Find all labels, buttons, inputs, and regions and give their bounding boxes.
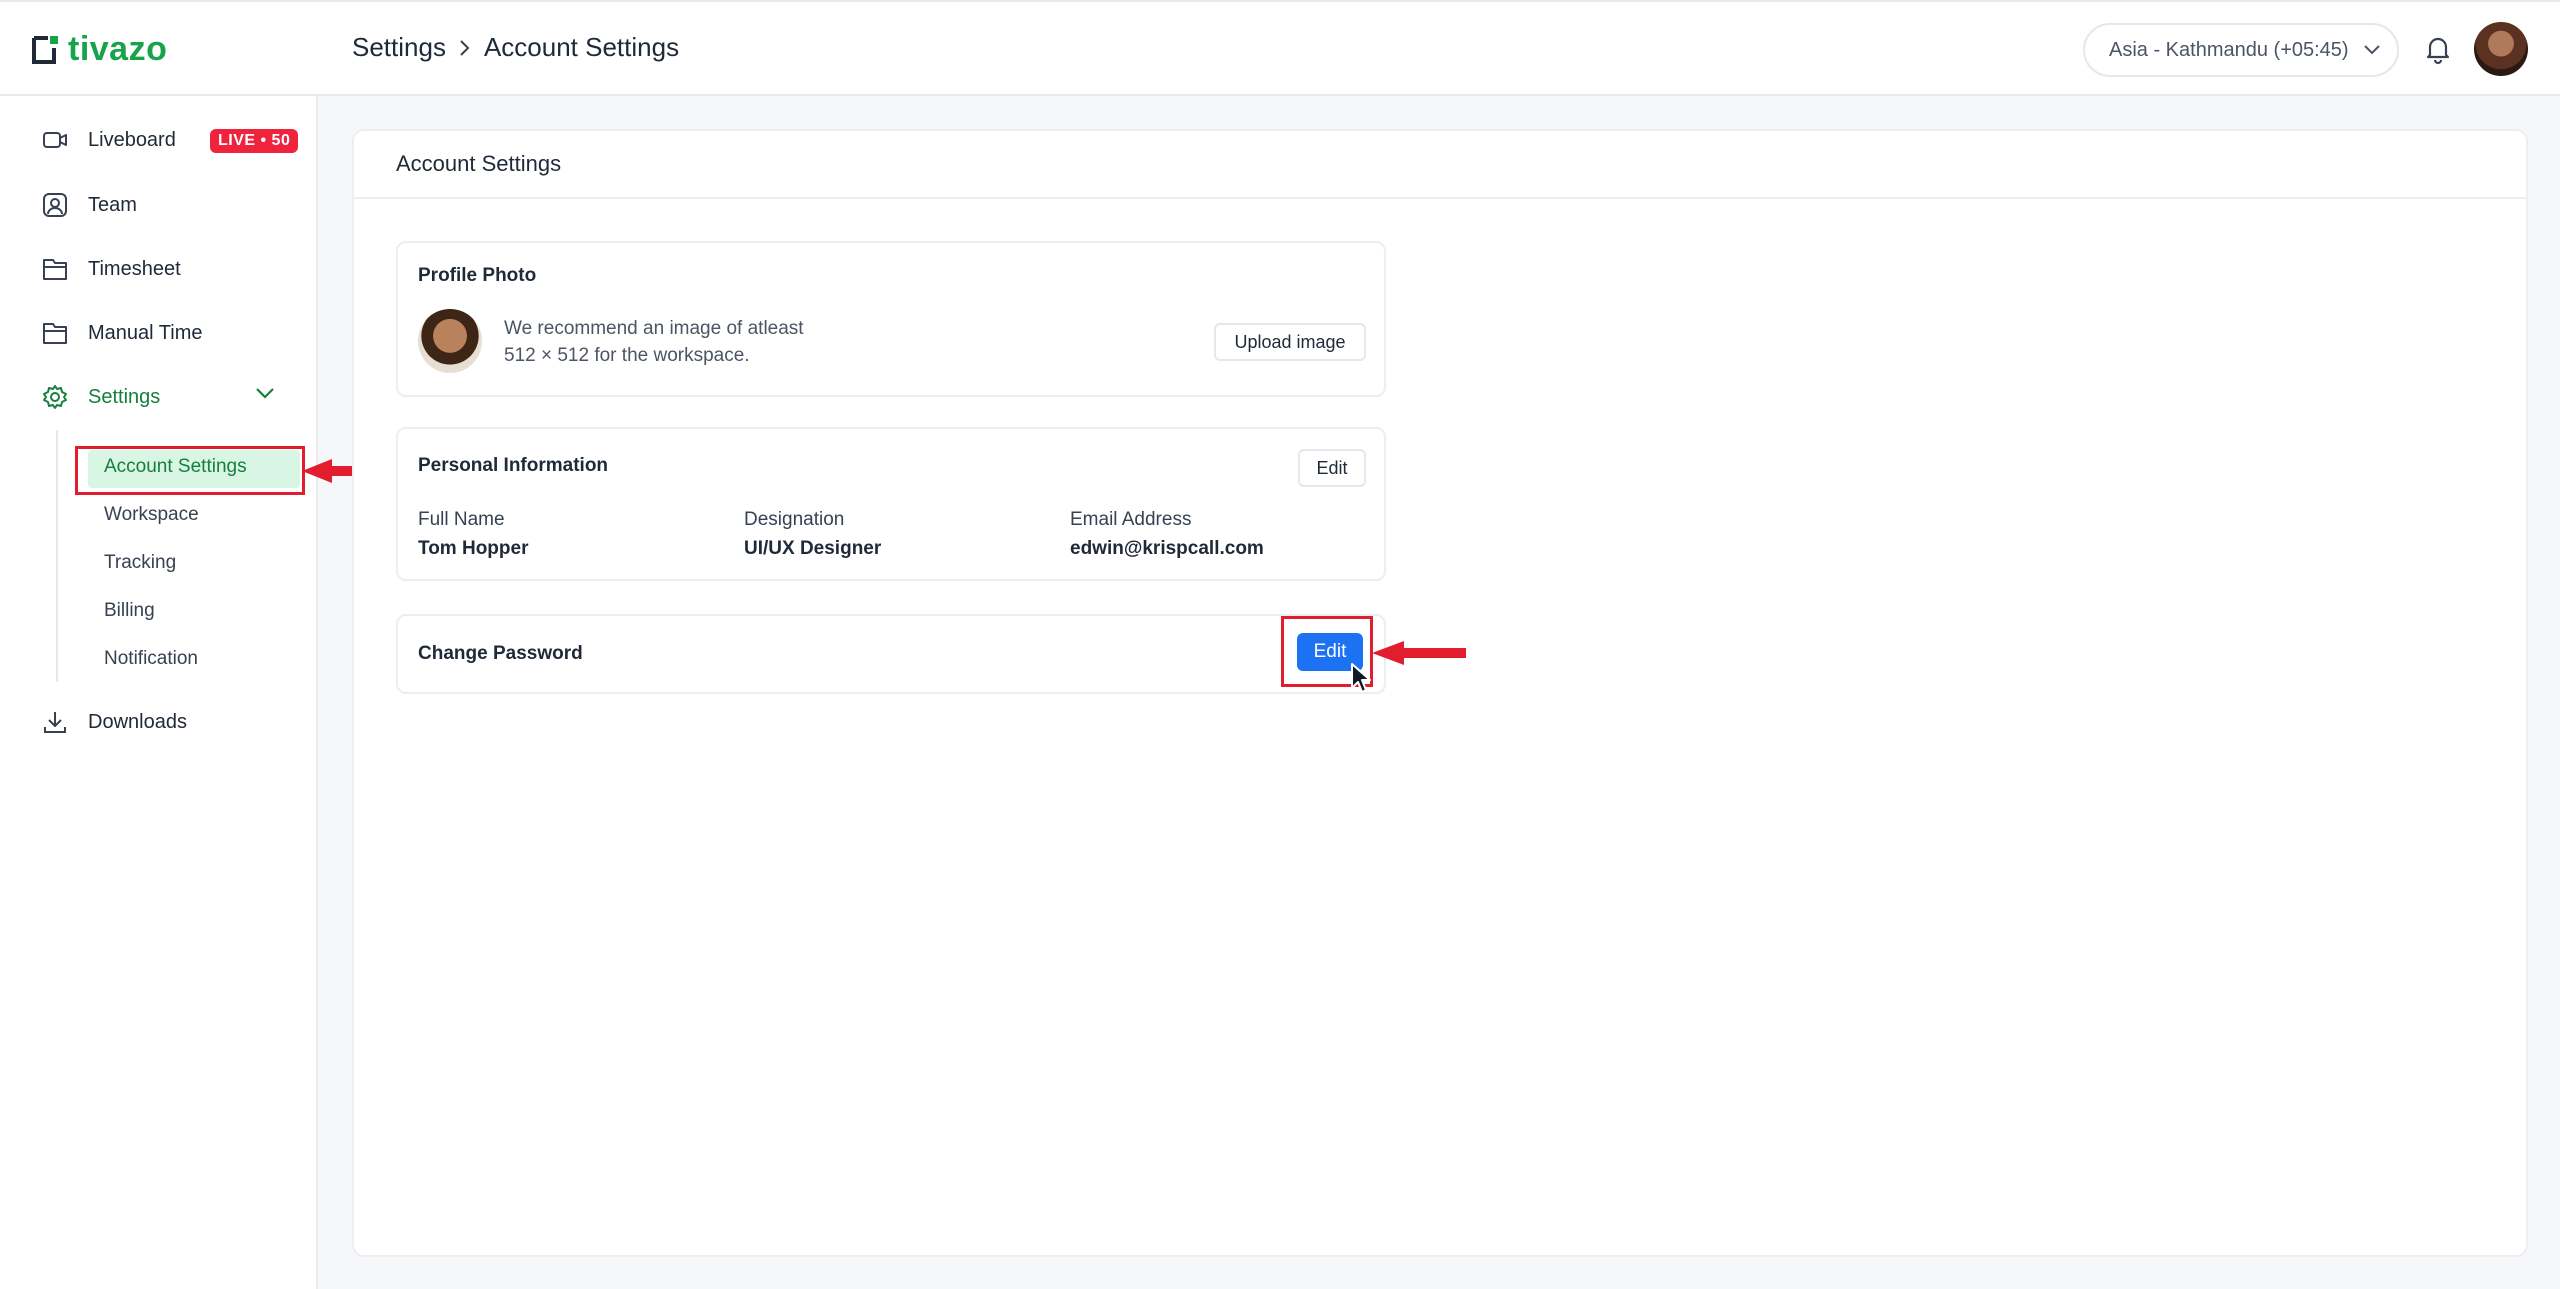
chevron-down-icon xyxy=(2363,45,2380,55)
personal-info-panel: Personal Information Edit Full Name Tom … xyxy=(396,427,1386,581)
breadcrumb-item-settings[interactable]: Settings xyxy=(352,32,446,63)
profile-photo-title: Profile Photo xyxy=(418,265,537,286)
manual-time-icon xyxy=(40,318,70,348)
live-badge: LIVE • 50 xyxy=(210,129,299,153)
personal-info-title: Personal Information xyxy=(418,455,609,476)
sidebar-item-label: Manual Time xyxy=(88,321,203,344)
breadcrumb: Settings Account Settings xyxy=(352,32,679,63)
logo[interactable]: tivazo xyxy=(30,30,167,69)
sidebar-item-label: Timesheet xyxy=(88,257,181,280)
chevron-right-icon xyxy=(458,38,472,58)
timezone-select[interactable]: Asia - Kathmandu (+05:45) xyxy=(2083,23,2399,77)
sidebar-item-liveboard[interactable]: Liveboard xyxy=(40,125,176,155)
annotation-arrow-icon xyxy=(1372,641,1466,665)
logo-text: tivazo xyxy=(68,30,168,68)
sidebar-item-downloads[interactable]: Downloads xyxy=(40,707,187,737)
timezone-label: Asia - Kathmandu (+05:45) xyxy=(2109,38,2349,61)
sidebar-item-timesheet[interactable]: Timesheet xyxy=(40,254,181,284)
subnav-line xyxy=(56,430,58,682)
field-value-designation: UI/UX Designer xyxy=(744,538,882,559)
field-label-full-name: Full Name xyxy=(418,509,505,530)
user-circle-icon xyxy=(40,190,70,220)
page-title: Account Settings xyxy=(396,151,562,176)
field-value-email: edwin@krispcall.com xyxy=(1070,538,1264,559)
profile-photo-panel: Profile Photo We recommend an image of a… xyxy=(396,241,1386,397)
upload-image-button[interactable]: Upload image xyxy=(1214,323,1366,361)
change-password-panel: Change Password xyxy=(396,614,1386,694)
mouse-cursor-icon xyxy=(1351,663,1371,693)
change-password-title: Change Password xyxy=(418,643,583,664)
personal-info-edit-button[interactable]: Edit xyxy=(1298,449,1366,487)
account-settings-card: Account Settings Profile Photo We recomm… xyxy=(352,129,2528,1257)
logo-icon xyxy=(32,35,58,64)
field-label-designation: Designation xyxy=(744,509,845,530)
breadcrumb-item-current: Account Settings xyxy=(483,32,680,62)
sidebar-item-team[interactable]: Team xyxy=(40,190,137,220)
recommendation-line: 512 × 512 for the workspace. xyxy=(504,345,750,366)
sidebar-item-label: Downloads xyxy=(88,710,187,733)
profile-avatar xyxy=(418,309,482,373)
subnav-item-workspace[interactable]: Workspace xyxy=(104,504,199,526)
profile-recommendation: We recommend an image of atleast 512 × 5… xyxy=(504,315,804,369)
gear-icon xyxy=(40,382,70,412)
sidebar-item-label: Settings xyxy=(88,385,161,408)
top-header: tivazo Settings Account Settings Asia - … xyxy=(0,0,2560,96)
sidebar-item-manual-time[interactable]: Manual Time xyxy=(40,318,203,348)
subnav-item-tracking[interactable]: Tracking xyxy=(104,552,176,574)
user-avatar[interactable] xyxy=(2474,22,2528,76)
chevron-down-icon[interactable] xyxy=(254,386,276,400)
bell-icon[interactable] xyxy=(2422,33,2454,65)
timesheet-icon xyxy=(40,254,70,284)
field-value-full-name: Tom Hopper xyxy=(418,538,529,559)
annotation-highlight-box xyxy=(75,446,305,495)
sidebar-item-settings[interactable]: Settings xyxy=(40,382,160,412)
field-label-email: Email Address xyxy=(1070,509,1192,530)
recommendation-line: We recommend an image of atleast xyxy=(504,318,804,339)
download-icon xyxy=(40,707,70,737)
video-icon xyxy=(40,125,70,155)
divider xyxy=(354,197,2526,199)
sidebar-item-label: Team xyxy=(88,193,137,216)
sidebar-item-label: Liveboard xyxy=(88,128,176,151)
subnav-item-notification[interactable]: Notification xyxy=(104,648,198,670)
subnav-item-billing[interactable]: Billing xyxy=(104,600,155,622)
